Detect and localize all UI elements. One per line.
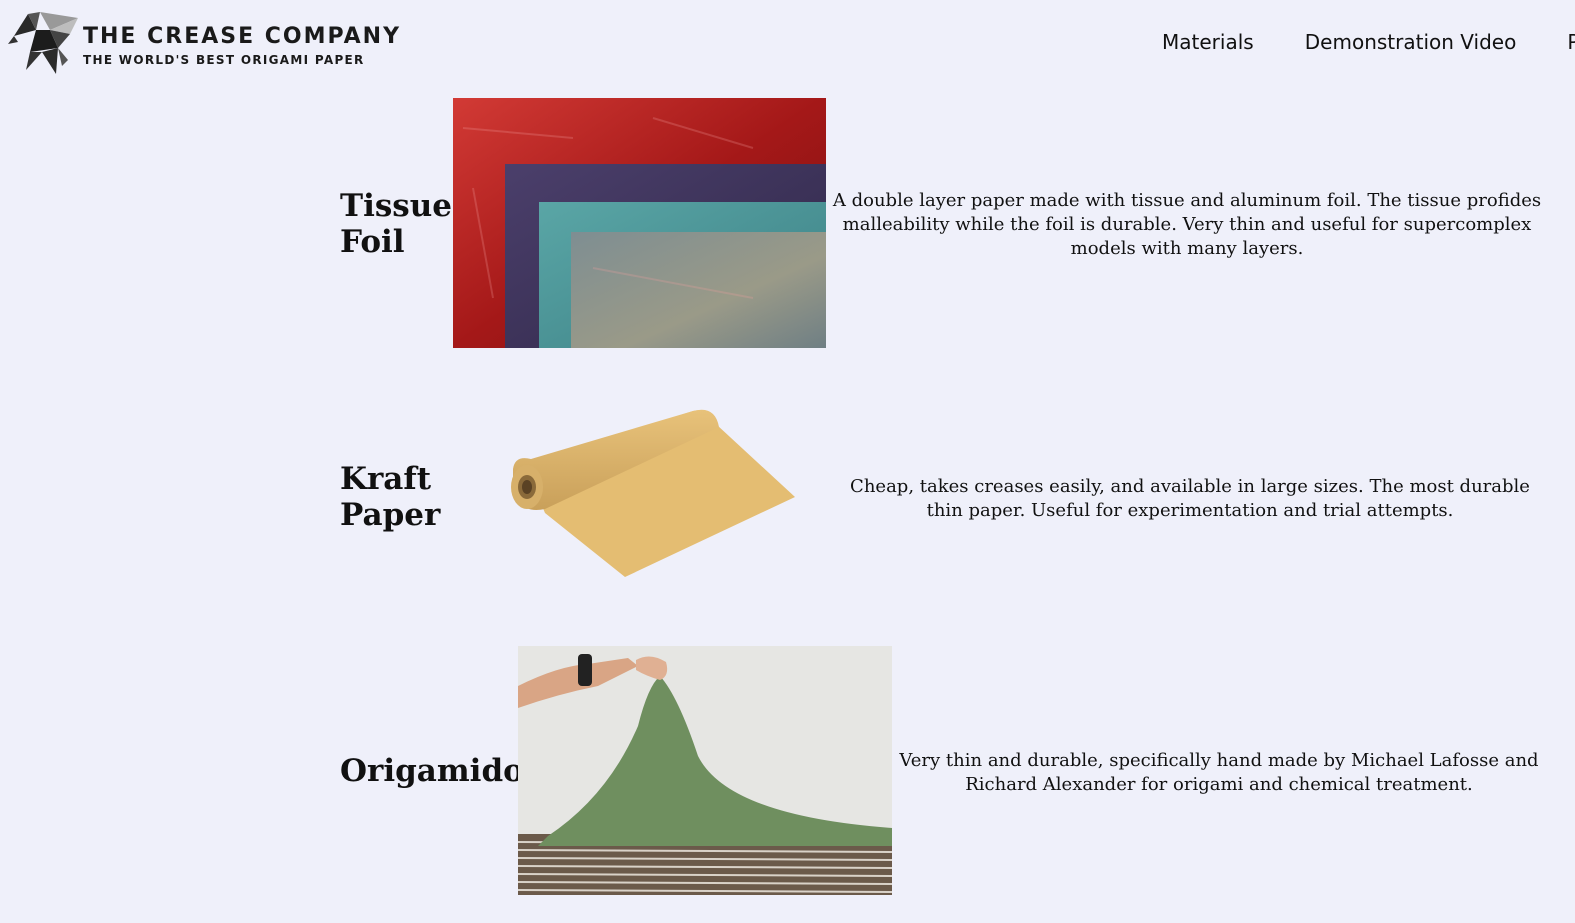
material-name-line: Kraft: [340, 461, 432, 497]
brand-tagline: THE WORLD'S BEST ORIGAMI PAPER: [83, 53, 365, 67]
material-name-line: Foil: [340, 224, 405, 260]
nav-item-demonstration-video[interactable]: Demonstration Video: [1305, 30, 1517, 54]
nav-item-materials[interactable]: Materials: [1162, 30, 1254, 54]
main-nav: Materials Demonstration Video P: [1162, 30, 1575, 60]
origamido-paper-image: [518, 646, 892, 895]
kraft-paper-roll-image: [511, 409, 795, 577]
material-description: Cheap, takes creases easily, and availab…: [850, 476, 1530, 521]
brand-name[interactable]: THE CREASE COMPANY: [83, 24, 401, 49]
material-name-line: Paper: [340, 497, 441, 533]
material-name-line: Tissue: [340, 188, 453, 224]
site-header: THE CREASE COMPANY THE WORLD'S BEST ORIG…: [0, 0, 1575, 90]
material-description: Very thin and durable, specifically hand…: [899, 750, 1539, 795]
nav-item-truncated[interactable]: P: [1567, 30, 1575, 54]
material-name: Origamido: [340, 753, 524, 789]
material-name: Kraft Paper: [340, 461, 440, 533]
material-description: A double layer paper made with tissue an…: [832, 190, 1542, 259]
material-name: Tissue Foil: [340, 188, 452, 260]
material-name-line: Origamido: [340, 753, 524, 789]
tissue-foil-sheets-image: [453, 98, 826, 348]
origami-pegasus-icon[interactable]: [6, 8, 86, 76]
